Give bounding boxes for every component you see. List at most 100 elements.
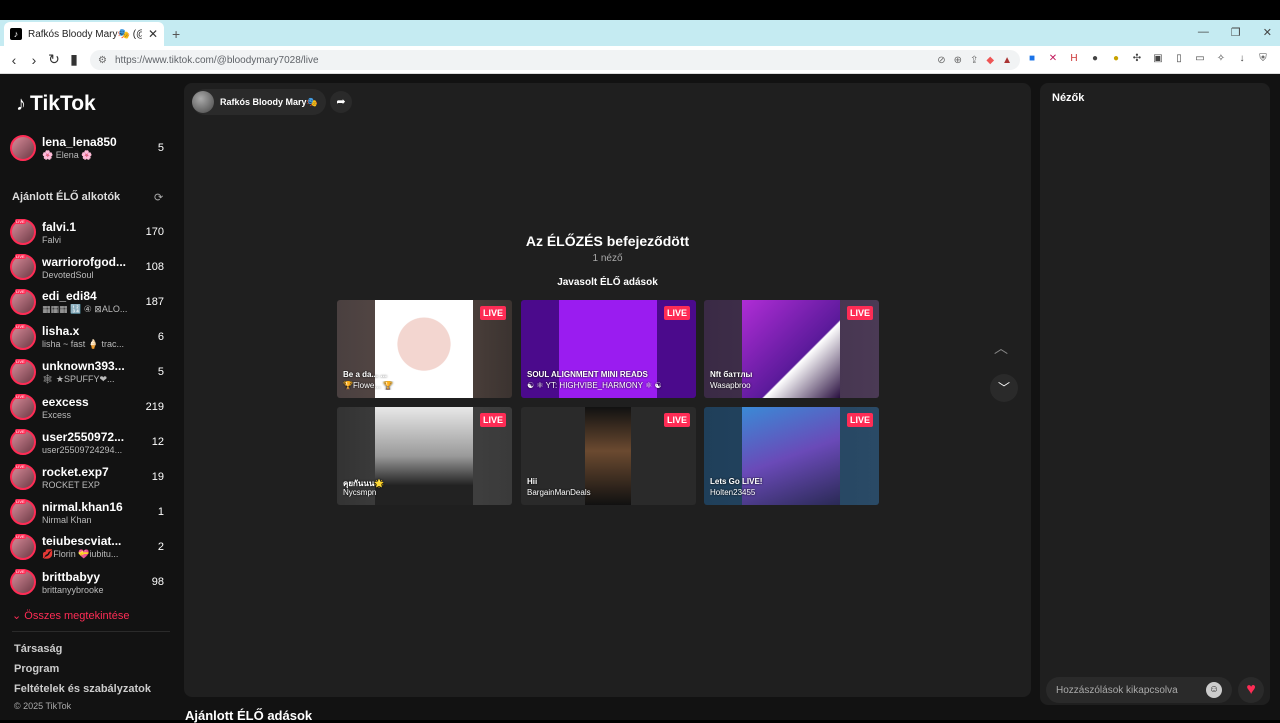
creator-item[interactable]: LIVE user2550972... user25509724294... 12: [10, 429, 170, 455]
creator-item[interactable]: LIVE brittbabyy brittanyybrooke 98: [10, 569, 170, 595]
creator-subtitle: 🕸 ★SPUFFY❤...: [42, 374, 115, 384]
brave-shield-icon[interactable]: ◆: [986, 55, 994, 66]
share-icon[interactable]: ⇪: [970, 55, 978, 66]
avatar: LIVE: [10, 324, 36, 350]
creator-item[interactable]: LIVE eexcess Excess 219: [10, 394, 170, 420]
reload-icon[interactable]: ↻: [44, 51, 64, 68]
minimize-icon[interactable]: —: [1198, 26, 1209, 39]
footer-link-company[interactable]: Társaság: [14, 643, 62, 655]
card-title: Lets Go LIVE!: [710, 477, 763, 486]
os-title-bar: [0, 0, 1280, 20]
site-info-icon[interactable]: ⚙: [98, 55, 107, 66]
close-window-icon[interactable]: ✕: [1263, 26, 1272, 39]
leo-icon[interactable]: ✧: [1215, 52, 1227, 66]
creator-name: nirmal.khan16: [42, 499, 123, 514]
screenshot-icon[interactable]: ▣: [1152, 52, 1164, 66]
close-tab-icon[interactable]: ✕: [148, 27, 158, 41]
extension-x-icon[interactable]: ✕: [1047, 52, 1059, 66]
restore-icon[interactable]: ❐: [1231, 26, 1241, 39]
creator-item[interactable]: LIVE nirmal.khan16 Nirmal Khan 1: [10, 499, 170, 525]
new-tab-icon[interactable]: +: [172, 26, 180, 42]
live-badge: LIVE: [663, 413, 690, 427]
comment-input[interactable]: Hozzászólások kikapcsolva ☺: [1046, 677, 1232, 703]
wallet-icon[interactable]: ▭: [1194, 52, 1206, 66]
live-card[interactable]: LIVE Nft баттлы Wasapbroo: [704, 300, 879, 398]
creator-item[interactable]: LIVE teiubescviat... 💋Florin 💝iubitu... 2: [10, 534, 170, 560]
host-avatar: [192, 91, 214, 113]
viewer-count: 19: [151, 471, 164, 483]
sidebar: ♪ TikTok lena_lena850 🌸 Elena 🌸 5 Ajánlo…: [0, 74, 178, 720]
card-title: Be a da... ...: [343, 370, 388, 379]
translate-icon[interactable]: ■: [1026, 52, 1038, 66]
creator-subtitle: ▦▦▦ 🔢 ④ ⊠ALO...: [42, 304, 128, 314]
url-text[interactable]: https://www.tiktok.com/@bloodymary7028/l…: [115, 55, 929, 66]
avatar: LIVE: [10, 534, 36, 560]
divider: [12, 631, 170, 632]
live-card[interactable]: LIVE Be a da... ... 🏆Flowe... 🏆: [337, 300, 512, 398]
card-subtitle: Holten23455: [710, 488, 756, 497]
live-card[interactable]: LIVE Hii BargainManDeals: [521, 407, 696, 505]
creator-subtitle: Excess: [42, 409, 72, 420]
bookmark-icon[interactable]: ▮: [64, 51, 84, 68]
forward-icon[interactable]: ›: [24, 52, 44, 68]
emoji-icon[interactable]: ☺: [1206, 682, 1222, 698]
live-card[interactable]: LIVE คุยกันนน🌟 Nycsmpn: [337, 407, 512, 505]
viewer-count: 6: [157, 331, 164, 343]
followed-account[interactable]: lena_lena850 🌸 Elena 🌸 5: [10, 135, 170, 161]
avatar: LIVE: [10, 569, 36, 595]
extension-color-icon[interactable]: ●: [1110, 52, 1122, 66]
tiktok-logo[interactable]: ♪ TikTok: [16, 92, 96, 116]
browser-tab[interactable]: ♪ Rafkós Bloody Mary🎭 (@bloo ✕: [4, 22, 164, 46]
viewer-count: 170: [145, 226, 164, 238]
creator-name: rocket.exp7: [42, 464, 109, 479]
avatar: LIVE: [10, 219, 36, 245]
creator-subtitle: Falvi: [42, 234, 62, 245]
creator-item[interactable]: LIVE lisha.x lisha ~ fast 🍦 trac... 6: [10, 324, 170, 350]
extension-hls-icon[interactable]: H: [1068, 52, 1080, 66]
creator-subtitle: user25509724294...: [42, 444, 123, 455]
viewer-count-text: 1 néző: [592, 253, 623, 264]
creator-item[interactable]: LIVE edi_edi84 ▦▦▦ 🔢 ④ ⊠ALO... 187: [10, 289, 170, 315]
sidebar-toggle-icon[interactable]: ▯: [1173, 52, 1185, 66]
zoom-icon[interactable]: ⊕: [954, 55, 962, 66]
copyright: © 2025 TikTok: [14, 701, 72, 711]
vpn-icon[interactable]: ⛨: [1257, 52, 1269, 66]
creator-name: user2550972...: [42, 429, 125, 444]
puzzle-icon[interactable]: ✣: [1131, 52, 1143, 66]
back-icon[interactable]: ‹: [4, 52, 24, 68]
heart-icon[interactable]: ♥: [1238, 677, 1264, 703]
tab-strip: ♪ Rafkós Bloody Mary🎭 (@bloo ✕ + — ❐ ✕: [0, 20, 1280, 46]
card-subtitle: Nycsmpn: [343, 488, 377, 497]
creator-item[interactable]: LIVE falvi.1 Falvi 170: [10, 219, 170, 245]
creator-item[interactable]: LIVE warriorofgod... DevotedSoul 108: [10, 254, 170, 280]
creator-item[interactable]: LIVE rocket.exp7 ROCKET EXP 19: [10, 464, 170, 490]
downloads-icon[interactable]: ↓: [1236, 52, 1248, 66]
creator-subtitle: Nirmal Khan: [42, 514, 92, 525]
footer-link-terms[interactable]: Feltételek és szabályzatok: [14, 683, 151, 695]
cast-off-icon[interactable]: ⊘: [937, 55, 945, 66]
creator-item[interactable]: LIVE unknown393... 🕸 ★SPUFFY❤... 5: [10, 359, 170, 385]
see-all-link[interactable]: ⌄ Összes megtekintése: [12, 609, 129, 622]
extension-circle-icon[interactable]: ●: [1089, 52, 1101, 66]
card-subtitle: ☯ ⚛ YT: HIGHVIBE_HARMONY ⚛ ☯: [527, 381, 662, 390]
share-icon[interactable]: ➦: [330, 91, 352, 113]
live-card[interactable]: LIVE Lets Go LIVE! Holten23455: [704, 407, 879, 505]
live-card[interactable]: LIVE SOUL ALIGNMENT MINI READS ☯ ⚛ YT: H…: [521, 300, 696, 398]
chevron-down-icon[interactable]: ﹀: [990, 374, 1018, 402]
card-subtitle: BargainManDeals: [527, 488, 591, 497]
address-bar[interactable]: ⚙ https://www.tiktok.com/@bloodymary7028…: [90, 50, 1020, 70]
creator-name: eexcess: [42, 394, 89, 409]
refresh-icon[interactable]: ⟳: [154, 191, 163, 204]
footer-link-program[interactable]: Program: [14, 663, 59, 675]
chevron-up-icon[interactable]: ︿: [994, 338, 1008, 358]
viewer-count: 2: [157, 541, 164, 553]
host-profile[interactable]: Rafkós Bloody Mary🎭: [192, 89, 326, 115]
live-badge: LIVE: [479, 306, 506, 320]
live-badge: LIVE: [663, 306, 690, 320]
viewer-count: 219: [145, 401, 164, 413]
tiktok-page: ♪ TikTok lena_lena850 🌸 Elena 🌸 5 Ajánlo…: [0, 74, 1280, 723]
avatar: [10, 135, 36, 161]
viewers-panel: Nézők Hozzászólások kikapcsolva ☺ ♥: [1040, 83, 1270, 705]
rewards-icon[interactable]: ▲: [1002, 55, 1012, 66]
creator-subtitle: brittanyybrooke: [42, 584, 104, 595]
